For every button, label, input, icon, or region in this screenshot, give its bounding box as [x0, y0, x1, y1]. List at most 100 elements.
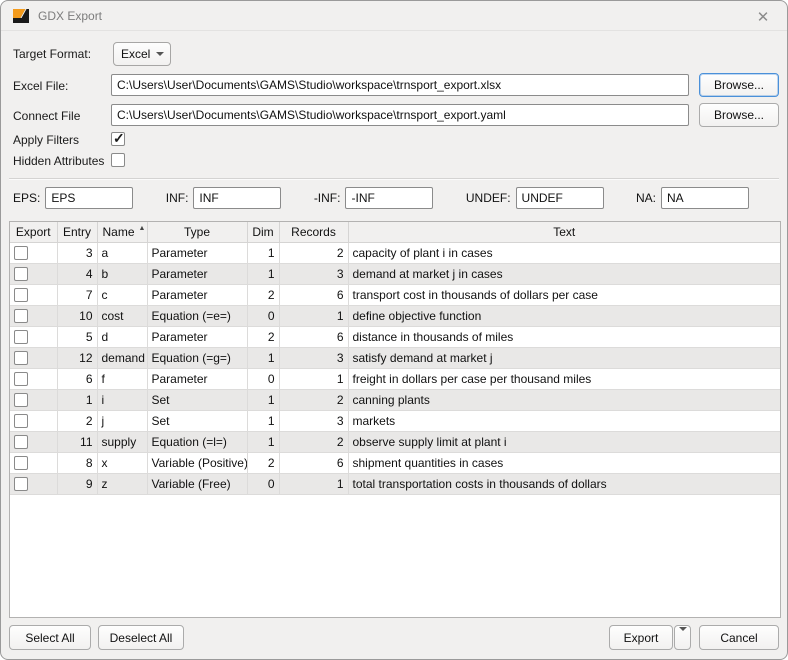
table-row[interactable]: 6fParameter01freight in dollars per case… [10, 368, 780, 389]
table-row[interactable]: 9zVariable (Free)01total transportation … [10, 473, 780, 494]
apply-filters-checkbox[interactable] [111, 132, 125, 146]
column-header-export[interactable]: Export [10, 222, 57, 242]
cell-export [10, 473, 57, 494]
cell-dim: 1 [247, 347, 279, 368]
column-header-name[interactable]: Name▲ [97, 222, 147, 242]
cell-records: 2 [279, 389, 348, 410]
select-all-button[interactable]: Select All [9, 625, 91, 650]
cell-name: x [97, 452, 147, 473]
row-export-checkbox[interactable] [14, 351, 28, 365]
cell-dim: 1 [247, 242, 279, 263]
cell-name: demand [97, 347, 147, 368]
deselect-all-button[interactable]: Deselect All [98, 625, 184, 650]
cell-export [10, 410, 57, 431]
column-header-text[interactable]: Text [348, 222, 780, 242]
column-header-dim[interactable]: Dim [247, 222, 279, 242]
cell-records: 1 [279, 368, 348, 389]
table-header-row: Export Entry Name▲ Type Dim Records Text [10, 222, 780, 242]
cell-dim: 0 [247, 305, 279, 326]
cell-text: observe supply limit at plant i [348, 431, 780, 452]
connect-file-input[interactable] [111, 104, 689, 126]
excel-file-input[interactable] [111, 74, 689, 96]
chevron-down-icon [156, 52, 164, 56]
table-row[interactable]: 10costEquation (=e=)01define objective f… [10, 305, 780, 326]
table-row[interactable]: 11supplyEquation (=l=)12observe supply l… [10, 431, 780, 452]
eps-input[interactable] [45, 187, 133, 209]
cell-entry: 1 [57, 389, 97, 410]
row-export-checkbox[interactable] [14, 330, 28, 344]
table-row[interactable]: 1iSet12canning plants [10, 389, 780, 410]
cell-type: Parameter [147, 263, 247, 284]
cell-dim: 2 [247, 452, 279, 473]
table-row[interactable]: 8xVariable (Positive)26shipment quantiti… [10, 452, 780, 473]
cell-type: Equation (=e=) [147, 305, 247, 326]
table-row[interactable]: 5dParameter26distance in thousands of mi… [10, 326, 780, 347]
cell-type: Set [147, 410, 247, 431]
row-export-checkbox[interactable] [14, 414, 28, 428]
cell-type: Parameter [147, 368, 247, 389]
cell-name: f [97, 368, 147, 389]
table-row[interactable]: 3aParameter12capacity of plant i in case… [10, 242, 780, 263]
row-export-checkbox[interactable] [14, 288, 28, 302]
column-header-type[interactable]: Type [147, 222, 247, 242]
column-header-records[interactable]: Records [279, 222, 348, 242]
table-body: 3aParameter12capacity of plant i in case… [10, 242, 780, 494]
cell-records: 6 [279, 326, 348, 347]
inf-input[interactable] [193, 187, 281, 209]
cell-dim: 1 [247, 410, 279, 431]
cell-records: 2 [279, 242, 348, 263]
cell-dim: 0 [247, 368, 279, 389]
row-export-checkbox[interactable] [14, 477, 28, 491]
neg-inf-input[interactable] [345, 187, 433, 209]
special-values-row: EPS: INF: -INF: UNDEF: NA: [13, 187, 749, 209]
special-na: NA: [636, 187, 749, 209]
cell-dim: 1 [247, 389, 279, 410]
excel-browse-button[interactable]: Browse... [699, 73, 779, 97]
table-row[interactable]: 2jSet13markets [10, 410, 780, 431]
target-format-select[interactable]: Excel [113, 42, 171, 66]
cell-name: cost [97, 305, 147, 326]
cell-text: total transportation costs in thousands … [348, 473, 780, 494]
cell-records: 3 [279, 263, 348, 284]
export-options-arrow-button[interactable] [674, 625, 691, 650]
cell-entry: 11 [57, 431, 97, 452]
window-title: GDX Export [38, 9, 102, 23]
row-export-checkbox[interactable] [14, 393, 28, 407]
na-input[interactable] [661, 187, 749, 209]
cell-text: shipment quantities in cases [348, 452, 780, 473]
cell-dim: 2 [247, 284, 279, 305]
hidden-attributes-checkbox[interactable] [111, 153, 125, 167]
undef-input[interactable] [516, 187, 604, 209]
column-header-entry[interactable]: Entry [57, 222, 97, 242]
cell-export [10, 347, 57, 368]
excel-file-label: Excel File: [13, 75, 68, 97]
export-button[interactable]: Export [609, 625, 673, 650]
cell-type: Equation (=l=) [147, 431, 247, 452]
cancel-button[interactable]: Cancel [699, 625, 779, 650]
table-row[interactable]: 7cParameter26transport cost in thousands… [10, 284, 780, 305]
close-icon[interactable]: ✕ [753, 7, 773, 27]
row-export-checkbox[interactable] [14, 309, 28, 323]
cell-records: 3 [279, 410, 348, 431]
row-export-checkbox[interactable] [14, 267, 28, 281]
table-row[interactable]: 12demandEquation (=g=)13satisfy demand a… [10, 347, 780, 368]
row-export-checkbox[interactable] [14, 456, 28, 470]
cell-type: Variable (Free) [147, 473, 247, 494]
table-row[interactable]: 4bParameter13demand at market j in cases [10, 263, 780, 284]
cell-text: capacity of plant i in cases [348, 242, 780, 263]
cell-name: c [97, 284, 147, 305]
cell-export [10, 284, 57, 305]
cell-name: j [97, 410, 147, 431]
connect-browse-button[interactable]: Browse... [699, 103, 779, 127]
cell-records: 1 [279, 473, 348, 494]
row-export-checkbox[interactable] [14, 435, 28, 449]
row-export-checkbox[interactable] [14, 372, 28, 386]
gdx-export-dialog: GDX Export ✕ Target Format: Excel Excel … [0, 0, 788, 660]
cell-text: satisfy demand at market j [348, 347, 780, 368]
eps-label: EPS: [13, 191, 40, 205]
cell-records: 6 [279, 284, 348, 305]
cell-type: Parameter [147, 326, 247, 347]
apply-filters-label: Apply Filters [13, 132, 79, 148]
cell-export [10, 452, 57, 473]
row-export-checkbox[interactable] [14, 246, 28, 260]
